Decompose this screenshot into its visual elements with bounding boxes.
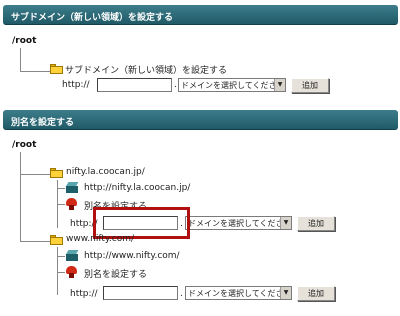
alias-pin-icon	[66, 266, 77, 278]
folder-icon	[50, 64, 63, 74]
tree-line	[20, 241, 50, 242]
domain-separator: .	[174, 80, 177, 90]
site-icon	[65, 182, 79, 194]
subdomain-section-title: サブドメイン（新しい領域）を設定する	[11, 13, 174, 23]
domain-separator: .	[180, 289, 183, 299]
alias-section-header: 別名を設定する	[3, 110, 398, 130]
entry-url-link[interactable]: http://nifty.la.coocan.jp/	[84, 183, 190, 193]
alias-name-input[interactable]	[103, 286, 178, 300]
alias-domain-select[interactable]: ドメインを選択してください ▼	[185, 286, 292, 300]
folder-icon	[50, 235, 63, 245]
alias-pin-icon	[66, 198, 77, 210]
tree-line	[20, 152, 21, 242]
select-value: ドメインを選択してください	[188, 289, 292, 298]
subdomain-name-input[interactable]	[97, 78, 172, 92]
alias-label: 別名を設定する	[84, 270, 148, 280]
entry-domain-label[interactable]: nifty.la.coocan.jp/	[66, 167, 145, 177]
select-value: ドメインを選択してください	[181, 81, 285, 90]
entry-url-link[interactable]: http://www.nifty.com/	[84, 251, 180, 261]
tree-line	[57, 256, 65, 257]
alias-http-prefix: http://	[70, 289, 98, 299]
tree-line	[20, 48, 21, 72]
alias-add-button[interactable]: 追加	[297, 286, 335, 301]
tree-line	[20, 71, 50, 72]
tree-line	[57, 272, 65, 273]
subdomain-root-label: /root	[12, 36, 37, 46]
tree-line	[20, 174, 50, 175]
alias-root-label: /root	[12, 140, 37, 150]
folder-icon	[50, 168, 63, 178]
subdomain-domain-select[interactable]: ドメインを選択してください ▼	[178, 78, 286, 92]
subdomain-folder-label: サブドメイン（新しい領域）を設定する	[65, 66, 228, 76]
alias-domain-select[interactable]: ドメインを選択してください ▼	[185, 216, 292, 230]
alias-add-button[interactable]: 追加	[297, 216, 335, 231]
chevron-down-icon[interactable]: ▼	[274, 79, 285, 91]
chevron-down-icon[interactable]: ▼	[280, 287, 291, 299]
subdomain-section-header: サブドメイン（新しい領域）を設定する	[3, 5, 398, 25]
tree-line	[57, 204, 65, 205]
select-value: ドメインを選択してください	[188, 219, 292, 228]
site-icon	[65, 250, 79, 262]
tree-line	[57, 188, 65, 189]
subdomain-http-prefix: http://	[62, 80, 90, 90]
subdomain-add-button[interactable]: 追加	[291, 78, 329, 93]
alias-section-title: 別名を設定する	[11, 118, 75, 128]
entry-domain-label[interactable]: www.nifty.com/	[66, 234, 134, 244]
chevron-down-icon[interactable]: ▼	[280, 217, 291, 229]
tree-line	[57, 247, 58, 295]
